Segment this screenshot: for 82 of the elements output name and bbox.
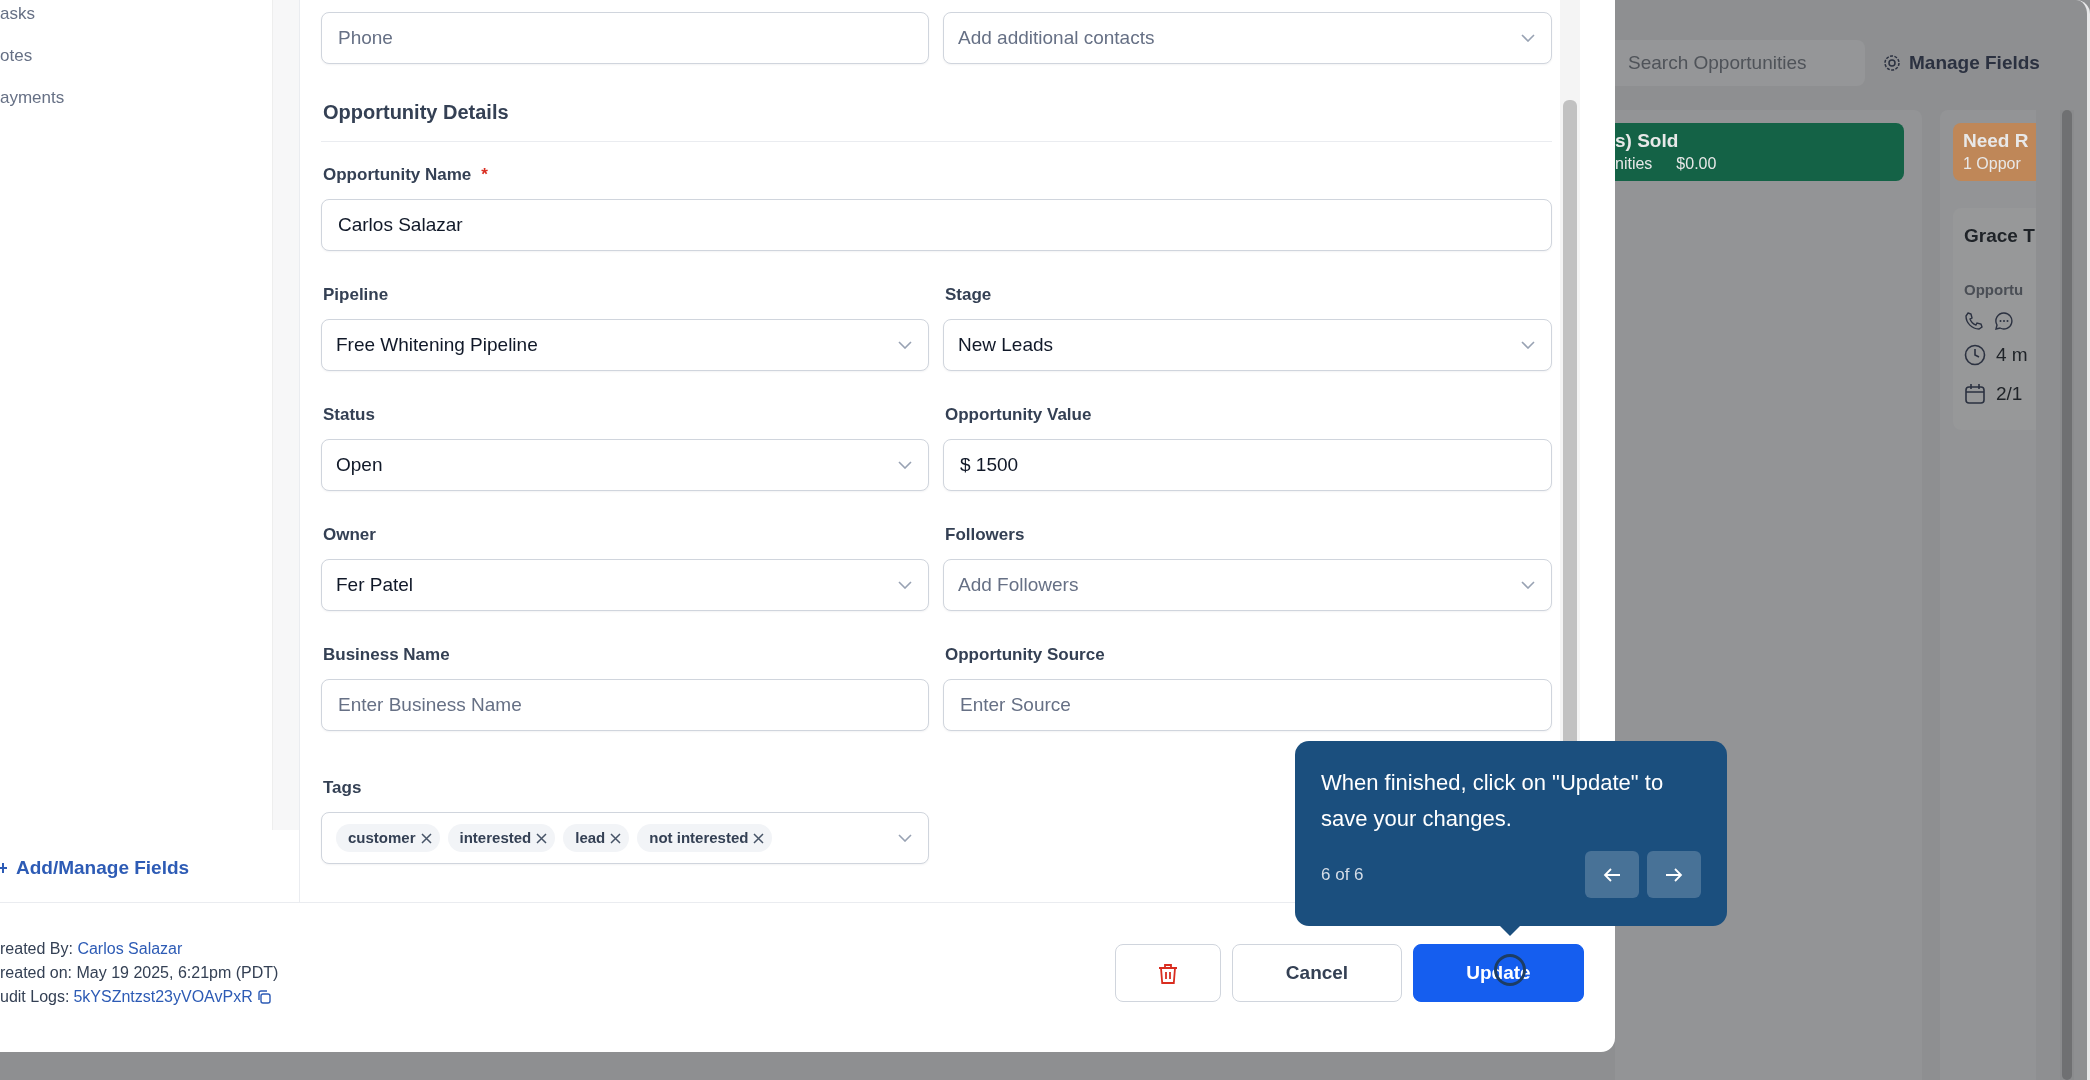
previous-button[interactable] xyxy=(1585,851,1639,898)
cancel-button[interactable]: Cancel xyxy=(1232,944,1402,1002)
phone-icon[interactable] xyxy=(1964,311,1984,331)
next-button[interactable] xyxy=(1647,851,1701,898)
calendar-icon xyxy=(1964,382,1986,405)
scrollbar-thumb[interactable] xyxy=(2062,110,2072,1080)
meta-label: udit Logs: xyxy=(0,987,70,1007)
select-value: Add additional contacts xyxy=(958,25,1155,50)
field-label: Status xyxy=(323,404,375,426)
select-field[interactable]: Free Whitening Pipeline xyxy=(321,319,929,371)
select-value: Open xyxy=(336,452,383,477)
gear-icon xyxy=(1883,54,1901,72)
close-icon[interactable] xyxy=(753,832,765,844)
card-detail: 4 m xyxy=(1996,343,2028,367)
tag-label: lead xyxy=(575,827,606,848)
select-value: Add Followers xyxy=(958,572,1079,597)
required-mark: * xyxy=(481,164,488,186)
created-date: reated on: May 19 2025, 6:21pm (PDT) xyxy=(0,964,279,981)
add-manage-fields-link[interactable]: Add/Manage Fields xyxy=(0,830,299,883)
chevron-down-icon xyxy=(1521,341,1535,349)
chat-icon[interactable] xyxy=(1994,311,2014,331)
arrow-left-icon xyxy=(1603,866,1621,883)
input-field[interactable]: Enter Source xyxy=(943,679,1552,731)
field-label: Followers xyxy=(945,524,1025,546)
field-label: Opportunity Source xyxy=(945,644,1105,666)
card-label: Opportu xyxy=(1964,279,2025,300)
sidebar-item[interactable]: otes xyxy=(0,44,273,68)
tag-label: interested xyxy=(459,827,532,848)
select-field[interactable]: Add Followers xyxy=(943,559,1552,611)
creator-link[interactable]: Carlos Salazar xyxy=(77,940,183,957)
field-label: Pipeline xyxy=(323,284,389,306)
field-label: Tags xyxy=(323,777,362,799)
trash-icon xyxy=(1158,962,1178,985)
chevron-down-icon xyxy=(1521,34,1535,42)
contact-name: Grace T xyxy=(1964,224,2036,248)
sidebar-item[interactable]: asks xyxy=(0,2,273,26)
select-field[interactable]: Fer Patel xyxy=(321,559,929,611)
chevron-down-icon xyxy=(898,834,912,842)
plus-icon xyxy=(0,861,8,876)
manage-fields-button[interactable]: Manage Fields xyxy=(1883,48,2040,78)
stage-summary: nities xyxy=(1615,154,1653,174)
section-title: Opportunity Details xyxy=(323,100,510,125)
select-value: Fer Patel xyxy=(336,572,414,597)
close-icon[interactable] xyxy=(610,832,622,844)
card-detail: 2/1 xyxy=(1996,381,2023,406)
field-label: Stage xyxy=(945,284,992,306)
select-field[interactable]: Open xyxy=(321,439,929,491)
tags-field[interactable]: customer interested lead not interested xyxy=(321,812,929,864)
select-field[interactable]: Add additional contacts xyxy=(943,12,1552,64)
meta-label: reated By: xyxy=(0,940,73,957)
field-label: Owner xyxy=(323,524,376,546)
step-counter: 6 of 6 xyxy=(1321,863,1364,886)
input-field[interactable]: $ 1500 xyxy=(943,439,1552,491)
close-icon[interactable] xyxy=(536,832,548,844)
sidebar-item[interactable]: ayments xyxy=(0,86,273,110)
chevron-down-icon xyxy=(898,581,912,589)
close-icon[interactable] xyxy=(420,832,432,844)
select-value: Free Whitening Pipeline xyxy=(336,332,538,357)
field-label: Opportunity Value xyxy=(945,404,1092,426)
stage-title: s) Sold xyxy=(1615,129,1680,153)
input-field[interactable]: Enter Business Name xyxy=(321,679,929,731)
chevron-down-icon xyxy=(1521,581,1535,589)
stage-summary: $0.00 xyxy=(1676,154,1717,174)
tag-label: customer xyxy=(348,827,416,848)
tag-label: not interested xyxy=(649,827,749,848)
clock-icon xyxy=(1964,344,1986,367)
stage-title: Need R xyxy=(1963,129,2026,153)
chevron-down-icon xyxy=(898,461,912,469)
delete-button[interactable] xyxy=(1115,944,1221,1002)
field-label: Opportunity Name xyxy=(323,164,472,186)
select-value: New Leads xyxy=(958,332,1054,357)
select-field[interactable]: New Leads xyxy=(943,319,1552,371)
input-field[interactable]: Carlos Salazar xyxy=(321,199,1552,251)
stage-summary: 1 Oppor xyxy=(1963,154,2021,174)
opportunity-card[interactable]: Grace T Opportu 4 m 2/1 xyxy=(1953,208,2036,430)
arrow-right-icon xyxy=(1665,866,1683,883)
field-label: Business Name xyxy=(323,644,450,666)
input-field[interactable]: Phone xyxy=(321,12,929,64)
tooltip-text: When finished, click on "Update" to save your changes. xyxy=(1321,769,1665,833)
chevron-down-icon xyxy=(898,341,912,349)
copy-icon[interactable] xyxy=(256,990,271,1004)
audit-id-link[interactable]: 5kYSZntzst23yVOAvPxR xyxy=(73,985,253,1009)
